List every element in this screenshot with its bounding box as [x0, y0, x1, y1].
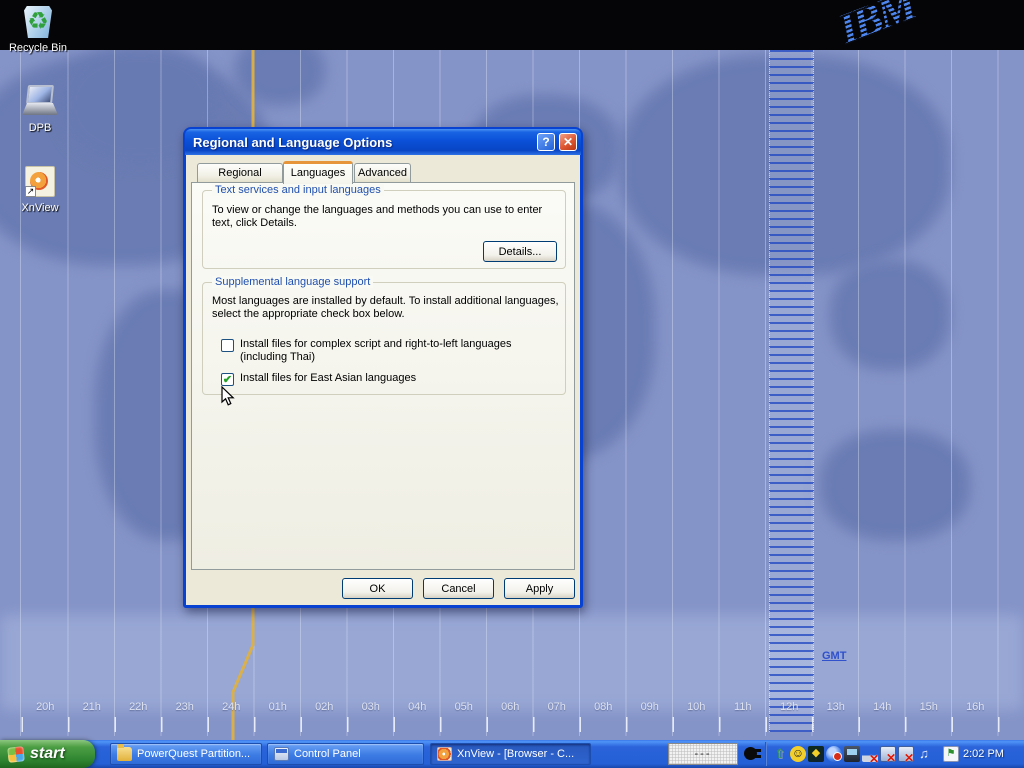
timezone-label: 22h: [115, 701, 162, 717]
desktop-icon-dpb[interactable]: DPB: [2, 84, 78, 134]
timezone-label: 20h: [22, 701, 69, 717]
timezone-label: 15h: [906, 701, 953, 717]
groupbox-text: Most languages are installed by default.…: [212, 295, 564, 321]
languages-tab-page: Text services and input languages To vie…: [191, 182, 575, 570]
timezone-label: 07h: [534, 701, 581, 717]
red-x-overlay: ✕: [869, 754, 879, 764]
checkbox-checked[interactable]: ✔: [221, 373, 234, 386]
regional-language-options-dialog: Regional and Language Options ? ✕ Region…: [183, 127, 583, 608]
plug-icon[interactable]: [742, 745, 762, 763]
task-label: Control Panel: [294, 748, 361, 760]
cancel-button[interactable]: Cancel: [423, 578, 494, 599]
volume-icon[interactable]: ♫: [916, 746, 932, 762]
supplemental-groupbox: Supplemental language support Most langu…: [202, 282, 566, 395]
xnview-icon: ↗: [22, 164, 58, 200]
details-button[interactable]: Details...: [483, 241, 557, 262]
dialog-titlebar[interactable]: Regional and Language Options ? ✕: [185, 129, 581, 155]
laptop-screen: [26, 85, 54, 104]
timezone-label: 03h: [348, 701, 395, 717]
control-panel-icon: [274, 747, 289, 761]
gmt-timezone-highlight-band: [769, 50, 814, 732]
taskbar-clock: 2:02 PM: [963, 740, 1004, 768]
timezone-label: 09h: [627, 701, 674, 717]
timezone-label: 05h: [441, 701, 488, 717]
recycle-bin-icon: ♻: [20, 4, 56, 40]
messenger-icon[interactable]: ☺: [790, 746, 806, 762]
plug-prongs: [755, 749, 761, 752]
xnview-icon: [437, 747, 452, 761]
desktop: GMT 20h 21h 22h 23h 24h 01h 02h 03h 04h …: [0, 0, 1024, 768]
windows-flag-icon: [7, 746, 24, 763]
taskbar-task-xnview[interactable]: XnView - [Browser - C...: [430, 743, 591, 765]
apply-button[interactable]: Apply: [504, 578, 575, 599]
desktop-icon-recycle-bin[interactable]: ♻ Recycle Bin: [0, 4, 76, 54]
timezone-label: 06h: [487, 701, 534, 717]
taskbar: start PowerQuest Partition... Control Pa…: [0, 740, 1024, 768]
tray-divider: [765, 742, 767, 766]
tab-languages[interactable]: Languages: [283, 161, 353, 184]
desktop-icon-xnview[interactable]: ↗ XnView: [2, 164, 78, 214]
timezone-label: 08h: [580, 701, 627, 717]
red-x-overlay: ✕: [904, 753, 914, 763]
timezone-label-row: 20h 21h 22h 23h 24h 01h 02h 03h 04h 05h …: [0, 701, 1024, 717]
timezone-label: 24h: [208, 701, 255, 717]
task-label: PowerQuest Partition...: [137, 748, 250, 760]
timezone-label: 23h: [162, 701, 209, 717]
checkbox-row-complex-script[interactable]: Install files for complex script and rig…: [221, 338, 557, 364]
folder-icon: [117, 747, 132, 761]
ok-button[interactable]: OK: [342, 578, 413, 599]
red-x-overlay: ✕: [886, 753, 896, 763]
shortcut-arrow-icon: ↗: [25, 186, 36, 197]
checkbox-unchecked[interactable]: [221, 339, 234, 352]
help-button[interactable]: ?: [537, 133, 555, 151]
close-icon[interactable]: ✕: [559, 133, 577, 151]
desktop-icon-label: XnView: [2, 202, 78, 214]
start-button[interactable]: start: [0, 740, 95, 768]
lan-icon[interactable]: [844, 746, 860, 762]
timezone-label: 10h: [673, 701, 720, 717]
groupbox-caption: Supplemental language support: [212, 276, 373, 288]
laptop-base: [22, 103, 58, 115]
monitor-error-icon[interactable]: ✕: [880, 746, 896, 762]
desktop-icon-label: DPB: [2, 122, 78, 134]
taskbar-task-powerquest[interactable]: PowerQuest Partition...: [110, 743, 262, 765]
timezone-label: 21h: [69, 701, 116, 717]
timezone-label: 01h: [255, 701, 302, 717]
signal-error-icon[interactable]: ✕: [862, 746, 878, 762]
language-deskband[interactable]: ---: [668, 743, 738, 765]
text-services-groupbox: Text services and input languages To vie…: [202, 190, 566, 269]
timezone-label: 11h: [720, 701, 767, 717]
groupbox-caption: Text services and input languages: [212, 184, 384, 196]
groupbox-text: To view or change the languages and meth…: [212, 204, 560, 230]
system-tray: ⇧ ☺ ◆ ✕ ✕ ✕ ♫: [772, 746, 932, 762]
timezone-label: 13h: [813, 701, 860, 717]
timezone-label: 14h: [859, 701, 906, 717]
audio-error-icon[interactable]: ✕: [898, 746, 914, 762]
tab-advanced[interactable]: Advanced: [354, 163, 411, 183]
timezone-label: 12h: [766, 701, 813, 717]
dialog-title: Regional and Language Options: [185, 135, 537, 150]
taskbar-task-control-panel[interactable]: Control Panel: [267, 743, 424, 765]
display-flag-icon[interactable]: ⚑: [943, 746, 959, 762]
checkbox-label: Install files for East Asian languages: [240, 372, 416, 386]
checkbox-label: Install files for complex script and rig…: [240, 338, 557, 364]
timezone-label: 02h: [301, 701, 348, 717]
timezone-label: 16h: [952, 701, 999, 717]
gmt-label: GMT: [822, 650, 846, 662]
timezone-label: 04h: [394, 701, 441, 717]
desktop-icon-label: Recycle Bin: [0, 42, 76, 54]
mouse-cursor: [221, 386, 237, 408]
laptop-icon: [22, 84, 58, 120]
tab-regional-options[interactable]: Regional Options: [197, 163, 283, 183]
checkbox-row-east-asian[interactable]: ✔ Install files for East Asian languages: [221, 372, 557, 386]
task-label: XnView - [Browser - C...: [457, 748, 574, 760]
network-alert-icon[interactable]: [826, 746, 842, 762]
start-label: start: [30, 745, 65, 763]
eject-hardware-icon[interactable]: ⇧: [772, 746, 788, 762]
recycle-glyph: ♻: [20, 7, 56, 36]
mail-icon[interactable]: ◆: [808, 746, 824, 762]
timezone-ticks: [0, 717, 1024, 732]
